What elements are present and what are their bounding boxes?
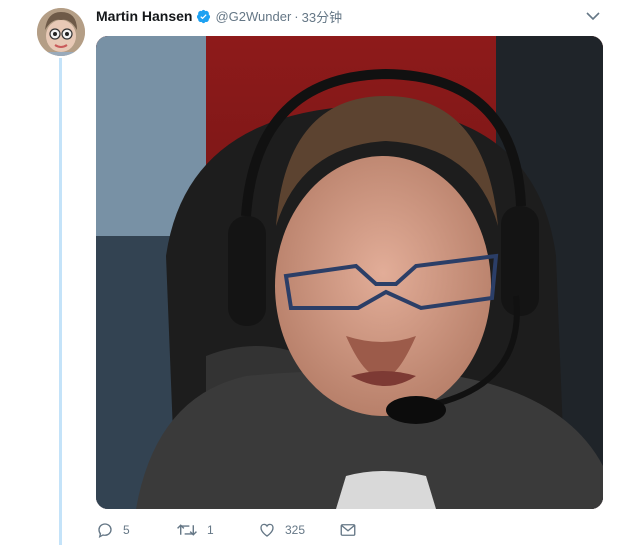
avatar-image [37, 8, 85, 56]
tweet-header: Martin Hansen @G2Wunder · 33分钟 [96, 6, 342, 26]
verified-badge-icon [197, 9, 211, 23]
tweet-timestamp[interactable]: 33分钟 [302, 7, 342, 26]
photo-icon [96, 36, 603, 509]
retweet-button[interactable]: 1 [176, 518, 214, 542]
avatar[interactable] [37, 8, 85, 56]
reply-button[interactable]: 5 [96, 518, 130, 542]
heart-icon [260, 523, 274, 537]
thread-line [59, 58, 62, 545]
reply-icon [98, 523, 112, 539]
direct-message-button[interactable] [339, 518, 357, 542]
author-name[interactable]: Martin Hansen [96, 8, 192, 24]
retweet-count: 1 [207, 523, 214, 537]
reply-count: 5 [123, 523, 130, 537]
like-button[interactable]: 325 [258, 518, 305, 542]
chevron-down-icon[interactable] [585, 9, 601, 23]
envelope-icon [340, 524, 356, 536]
separator-dot: · [294, 8, 299, 24]
author-handle[interactable]: @G2Wunder [215, 9, 291, 24]
tweet-photo[interactable] [96, 36, 603, 509]
tweet-actions: 5 1 325 [96, 518, 496, 542]
like-count: 325 [285, 523, 306, 537]
retweet-icon [177, 524, 197, 536]
